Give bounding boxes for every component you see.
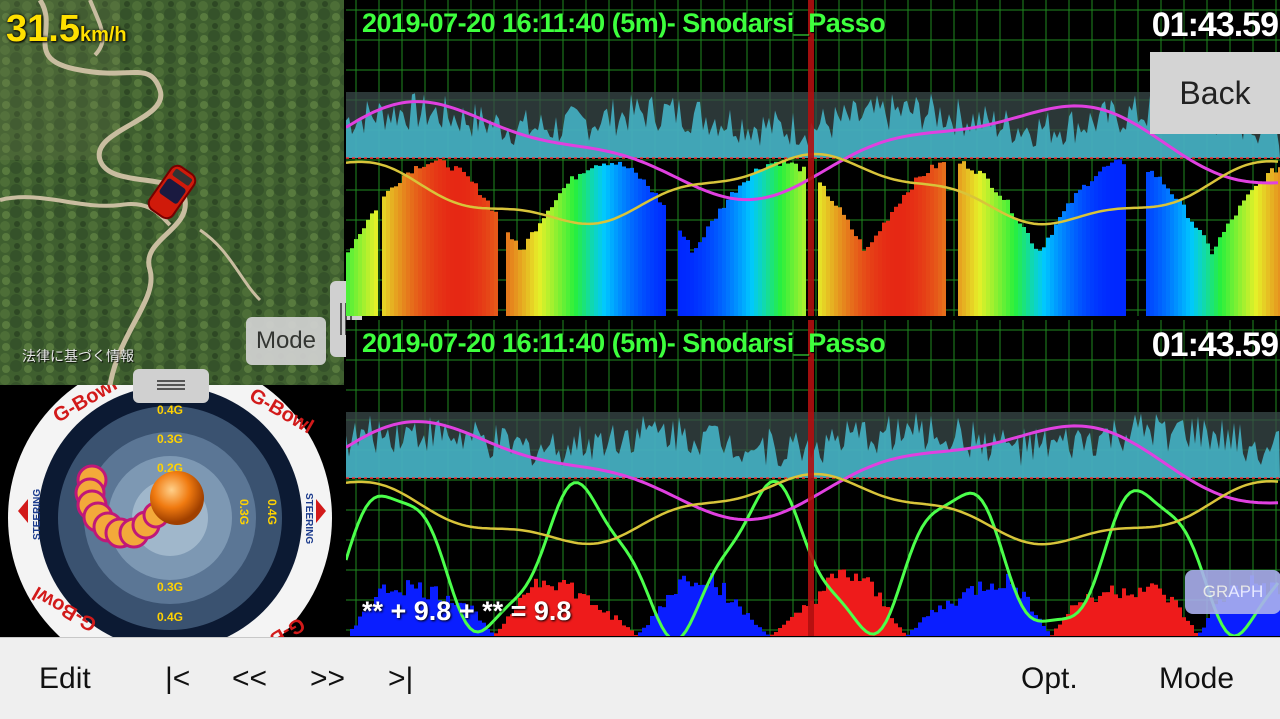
edit-button[interactable]: Edit	[39, 638, 91, 719]
steering-label-left: STEERING	[32, 489, 43, 540]
speed-unit: km/h	[79, 24, 127, 46]
map-view[interactable]: 31.5km/h 法律に基づく情報 Mode	[0, 0, 344, 385]
gbowl-resize-handle[interactable]	[133, 369, 209, 403]
telemetry-plot-bottom	[346, 320, 1280, 636]
lap-time: 01:43.59	[1151, 326, 1279, 364]
map-mode-button[interactable]: Mode	[246, 317, 326, 365]
telemetry-graph-top[interactable]: 2019-07-20 16:11:40 (5m)- Snodarsi_Passo…	[346, 0, 1280, 316]
rewind-button[interactable]: <<	[232, 638, 267, 719]
graph-title: 2019-07-20 16:11:40 (5m)- Snodarsi_Passo	[362, 8, 886, 38]
graph-button[interactable]: GRAPH	[1185, 570, 1280, 614]
forward-button[interactable]: >>	[310, 638, 345, 719]
telemetry-plot-top	[346, 0, 1280, 316]
bottom-toolbar: Edit |< << >> >| Opt. Mode	[0, 637, 1280, 719]
lap-time: 01:43.59	[1151, 6, 1279, 44]
speed-value: 31.5	[6, 8, 80, 50]
telemetry-graph-bottom[interactable]: 2019-07-20 16:11:40 (5m)- Snodarsi_Passo…	[346, 320, 1280, 636]
g-bowl-gauge: G-Bowl G-Bowl G-Bowl G-Bowl STEERING STE…	[8, 385, 332, 637]
jump-first-button[interactable]: |<	[165, 638, 190, 719]
mode-button[interactable]: Mode	[1159, 638, 1234, 719]
options-button[interactable]: Opt.	[1021, 638, 1078, 719]
ring-label-top-3: 0.3G	[157, 432, 183, 446]
speed-readout: 31.5km/h	[6, 8, 127, 51]
ring-label-bottom-3: 0.3G	[157, 580, 183, 594]
ring-label-bottom: 0.4G	[157, 610, 183, 624]
ring-label-top: 0.4G	[157, 403, 183, 417]
ring-label-right: 0.4G	[265, 499, 279, 525]
ring-label-right-3: 0.3G	[237, 499, 251, 525]
steering-label-right: STEERING	[303, 493, 314, 544]
g-formula-readout: ** + 9.8 + ** = 9.8	[362, 596, 572, 626]
jump-last-button[interactable]: >|	[388, 638, 413, 719]
g-ball-icon	[150, 471, 204, 525]
back-button[interactable]: Back	[1150, 52, 1280, 134]
graph-title: 2019-07-20 16:11:40 (5m)- Snodarsi_Passo	[362, 328, 886, 358]
g-bowl-panel: G-Bowl G-Bowl G-Bowl G-Bowl STEERING STE…	[0, 385, 344, 637]
drag-grip-icon	[157, 380, 185, 390]
map-legal-info-link[interactable]: 法律に基づく情報	[22, 346, 134, 366]
